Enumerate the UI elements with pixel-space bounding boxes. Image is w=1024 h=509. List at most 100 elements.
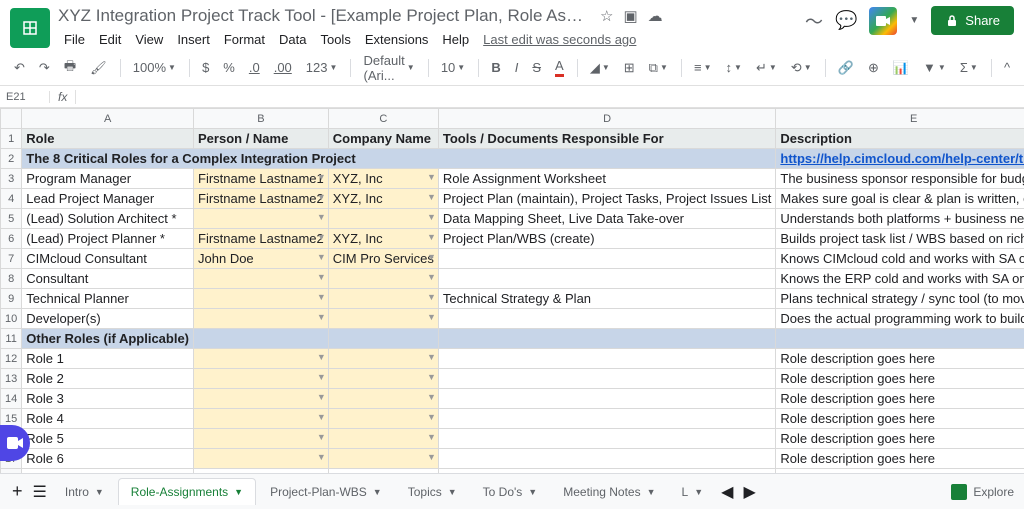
cell[interactable]: Role description goes here bbox=[776, 429, 1024, 449]
activity-icon[interactable]: 〜 bbox=[805, 8, 823, 34]
functions-button[interactable]: Σ▼ bbox=[956, 57, 982, 78]
cell[interactable]: (Lead) Solution Architect * bbox=[22, 209, 194, 229]
cell[interactable]: ▼ bbox=[194, 209, 329, 229]
comments-icon[interactable]: 💬 bbox=[835, 10, 857, 31]
add-sheet-button[interactable]: + bbox=[8, 478, 27, 505]
menu-extensions[interactable]: Extensions bbox=[359, 29, 435, 50]
zoom-select[interactable]: 100%▼ bbox=[129, 57, 180, 78]
chevron-down-icon[interactable]: ▼ bbox=[317, 312, 326, 322]
cell[interactable]: Role 6 bbox=[22, 449, 194, 469]
fill-color-button[interactable]: ◢▼ bbox=[586, 57, 614, 79]
cell[interactable] bbox=[438, 449, 776, 469]
chevron-down-icon[interactable]: ▼ bbox=[427, 292, 436, 302]
chevron-down-icon[interactable]: ▼ bbox=[317, 172, 326, 182]
chevron-down-icon[interactable]: ▼ bbox=[317, 432, 326, 442]
font-size-select[interactable]: 10▼ bbox=[437, 57, 469, 78]
cell[interactable]: ▼ bbox=[194, 409, 329, 429]
v-align-button[interactable]: ↕▼ bbox=[722, 57, 746, 78]
cell[interactable]: Firstname Lastname2▼ bbox=[194, 229, 329, 249]
chevron-down-icon[interactable]: ▼ bbox=[95, 487, 104, 497]
bold-button[interactable]: B bbox=[487, 57, 504, 78]
cell[interactable] bbox=[438, 409, 776, 429]
sheet-tab-to-do-s[interactable]: To Do's▼ bbox=[471, 478, 550, 505]
cell[interactable]: Technical Planner bbox=[22, 289, 194, 309]
chevron-down-icon[interactable]: ▼ bbox=[427, 232, 436, 242]
cell[interactable] bbox=[438, 349, 776, 369]
select-all-corner[interactable] bbox=[1, 109, 22, 129]
cell[interactable]: Role 5 bbox=[22, 429, 194, 449]
menu-data[interactable]: Data bbox=[273, 29, 312, 50]
cell[interactable]: XYZ, Inc▼ bbox=[328, 169, 438, 189]
row-header-13[interactable]: 13 bbox=[1, 369, 22, 389]
sheet-tab-topics[interactable]: Topics▼ bbox=[396, 478, 469, 505]
cell[interactable]: Lead Project Manager bbox=[22, 189, 194, 209]
paint-format-button[interactable]: 🖌 bbox=[86, 57, 111, 79]
chevron-down-icon[interactable]: ▼ bbox=[317, 212, 326, 222]
cell[interactable] bbox=[438, 269, 776, 289]
cell[interactable]: Tools / Documents Responsible For bbox=[438, 129, 776, 149]
chevron-down-icon[interactable]: ▼ bbox=[317, 292, 326, 302]
text-color-button[interactable]: A bbox=[551, 55, 568, 80]
chevron-down-icon[interactable]: ▼ bbox=[317, 452, 326, 462]
scroll-tabs-left[interactable]: ◀ bbox=[717, 479, 737, 505]
menu-tools[interactable]: Tools bbox=[314, 29, 356, 50]
cell[interactable]: Makes sure goal is clear & plan is writt… bbox=[776, 189, 1024, 209]
strike-button[interactable]: S bbox=[528, 57, 545, 78]
chevron-down-icon[interactable]: ▼ bbox=[427, 252, 436, 262]
cell[interactable]: Understands both platforms + business ne… bbox=[776, 209, 1024, 229]
link-button[interactable]: 🔗 bbox=[834, 57, 858, 79]
more-formats-button[interactable]: 123▼ bbox=[302, 57, 342, 78]
cell[interactable] bbox=[438, 309, 776, 329]
cell[interactable] bbox=[328, 329, 438, 349]
chevron-down-icon[interactable]: ▼ bbox=[317, 272, 326, 282]
sheet-tab-project-plan-wbs[interactable]: Project-Plan-WBS▼ bbox=[258, 478, 394, 505]
rotate-button[interactable]: ⟲▼ bbox=[787, 57, 816, 79]
cell[interactable]: Company Name bbox=[328, 129, 438, 149]
cell[interactable] bbox=[194, 329, 329, 349]
cell[interactable] bbox=[438, 249, 776, 269]
cell[interactable]: ▼ bbox=[328, 369, 438, 389]
redo-button[interactable]: ↷ bbox=[35, 57, 54, 79]
italic-button[interactable]: I bbox=[511, 57, 523, 78]
row-header-11[interactable]: 11 bbox=[1, 329, 22, 349]
merge-button[interactable]: ⧉▼ bbox=[645, 57, 672, 79]
meet-icon[interactable] bbox=[869, 7, 897, 35]
cell[interactable] bbox=[438, 429, 776, 449]
col-header-d[interactable]: D bbox=[438, 109, 776, 129]
cell[interactable]: Role Assignment Worksheet bbox=[438, 169, 776, 189]
document-title[interactable]: XYZ Integration Project Track Tool - [Ex… bbox=[58, 6, 588, 26]
sheet-tab-role-assignments[interactable]: Role-Assignments▼ bbox=[118, 478, 256, 505]
sheet-tab-l[interactable]: L▼ bbox=[670, 478, 716, 505]
chevron-down-icon[interactable]: ▼ bbox=[234, 487, 243, 497]
cell[interactable]: Developer(s) bbox=[22, 309, 194, 329]
cell[interactable]: Plans technical strategy / sync tool (to… bbox=[776, 289, 1024, 309]
cell[interactable]: Other Roles (if Applicable) bbox=[22, 329, 194, 349]
sheets-logo[interactable] bbox=[10, 8, 50, 48]
chevron-down-icon[interactable]: ▼ bbox=[317, 372, 326, 382]
menu-file[interactable]: File bbox=[58, 29, 91, 50]
menu-edit[interactable]: Edit bbox=[93, 29, 127, 50]
cell[interactable]: Technical Strategy & Plan bbox=[438, 289, 776, 309]
cell[interactable]: ▼ bbox=[194, 289, 329, 309]
cell[interactable]: Role description goes here bbox=[776, 409, 1024, 429]
cloud-icon[interactable]: ☁ bbox=[648, 7, 663, 25]
cell[interactable]: The business sponsor responsible for bud… bbox=[776, 169, 1024, 189]
cell[interactable] bbox=[438, 329, 776, 349]
cell-link[interactable]: https://help.cimcloud.com/help-center/th… bbox=[776, 149, 1024, 169]
explore-button[interactable]: Explore bbox=[951, 484, 1014, 500]
share-button[interactable]: Share bbox=[931, 6, 1014, 35]
chevron-down-icon[interactable]: ▼ bbox=[694, 487, 703, 497]
cell[interactable]: Program Manager bbox=[22, 169, 194, 189]
chevron-down-icon[interactable]: ▼ bbox=[427, 192, 436, 202]
cell[interactable]: Role bbox=[22, 129, 194, 149]
cell[interactable]: CIM Pro Services▼ bbox=[328, 249, 438, 269]
cell[interactable]: ▼ bbox=[328, 409, 438, 429]
filter-button[interactable]: ▼▼ bbox=[919, 57, 950, 78]
cell[interactable]: Role description goes here bbox=[776, 349, 1024, 369]
menu-insert[interactable]: Insert bbox=[171, 29, 216, 50]
cell[interactable] bbox=[438, 369, 776, 389]
chevron-down-icon[interactable]: ▼ bbox=[317, 232, 326, 242]
cell[interactable]: ▼ bbox=[328, 349, 438, 369]
row-header-5[interactable]: 5 bbox=[1, 209, 22, 229]
last-edit-link[interactable]: Last edit was seconds ago bbox=[477, 29, 642, 50]
